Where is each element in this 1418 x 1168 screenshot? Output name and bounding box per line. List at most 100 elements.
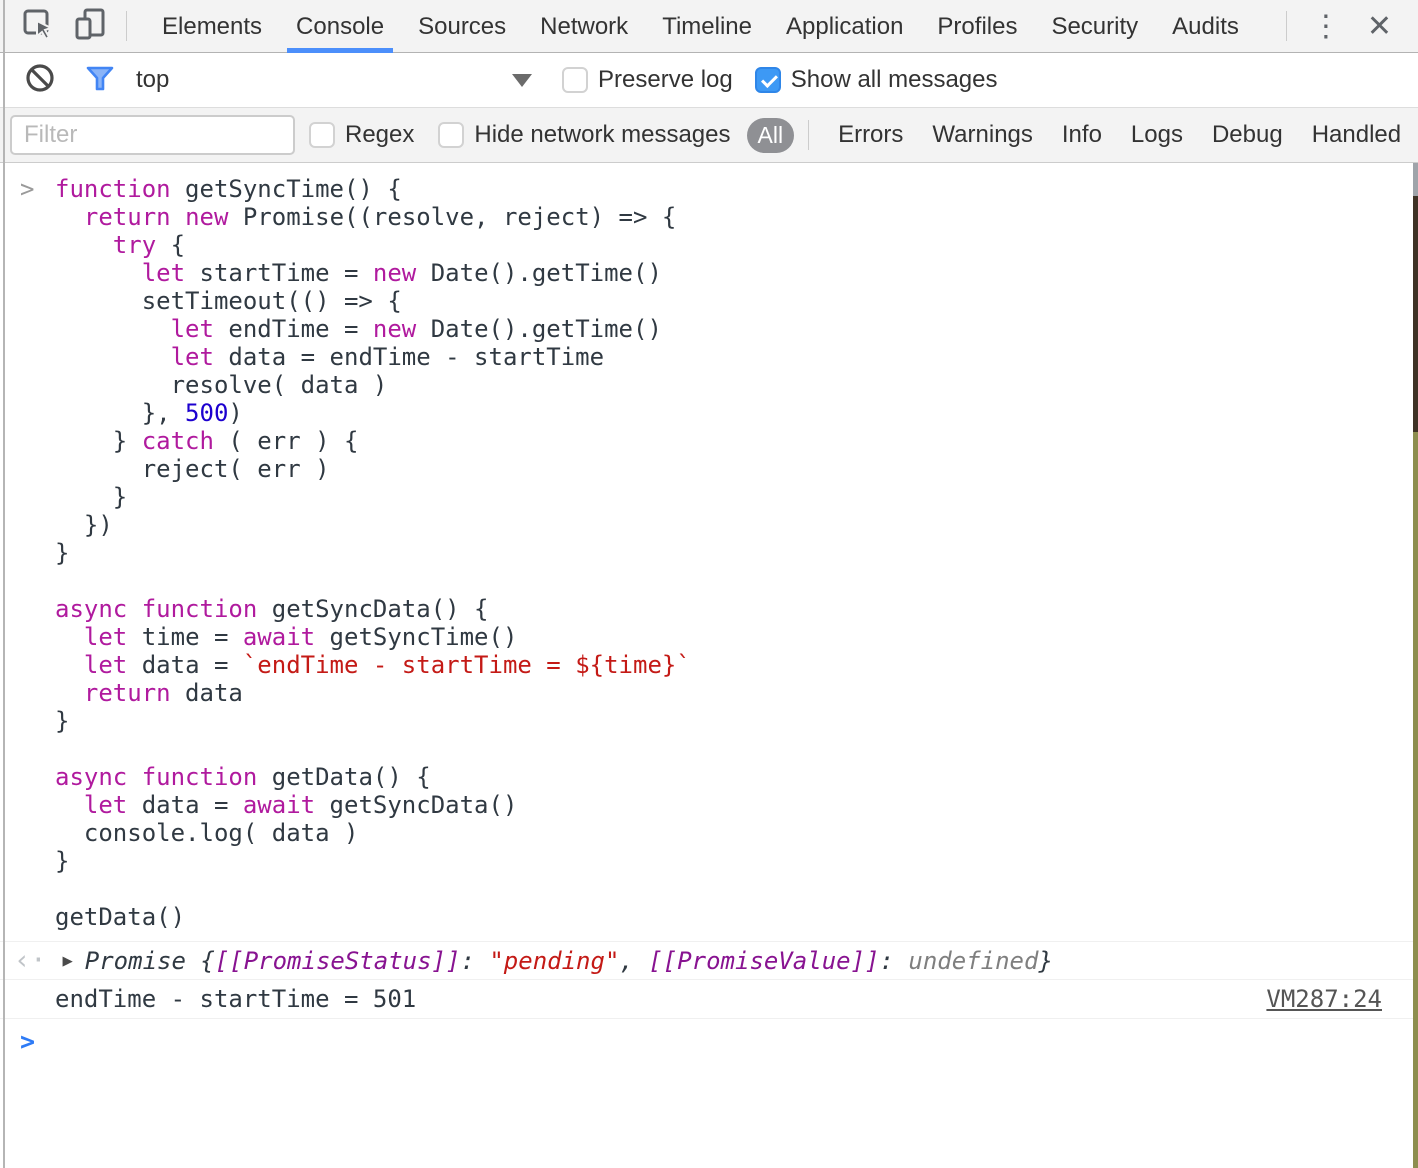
filter-level-handled[interactable]: Handled — [1312, 121, 1401, 149]
toggle-device-toolbar-button[interactable] — [72, 8, 108, 44]
code-token: [[PromiseStatus]] — [215, 947, 461, 975]
code-token: }, — [55, 399, 185, 427]
code-token: function — [55, 175, 171, 203]
preserve-log-label[interactable]: Preserve log — [598, 66, 733, 94]
block-icon — [24, 62, 56, 99]
expand-triangle-icon[interactable]: ▶ — [63, 951, 73, 971]
code-token: Date().getTime() — [416, 315, 662, 343]
hide-network-messages-checkbox[interactable] — [438, 122, 464, 148]
code-line: getData() — [55, 903, 1418, 931]
tab-timeline[interactable]: Timeline — [645, 0, 769, 53]
inspect-cursor-icon — [21, 7, 55, 46]
code-token: resolve( data ) — [55, 371, 387, 399]
code-line: let endTime = new Date().getTime() — [55, 315, 1418, 343]
code-token — [171, 203, 185, 231]
code-token: startTime = — [185, 259, 373, 287]
filter-level-debug[interactable]: Debug — [1212, 121, 1283, 149]
filter-divider — [808, 120, 809, 150]
tab-elements[interactable]: Elements — [145, 0, 279, 53]
console-prompt-row[interactable]: > — [0, 1019, 1418, 1056]
more-options-icon[interactable]: ⋮ — [1311, 9, 1341, 44]
clear-console-button[interactable] — [22, 62, 58, 98]
regex-checkbox[interactable] — [309, 122, 335, 148]
filter-input[interactable] — [10, 115, 295, 155]
code-token: let — [84, 791, 127, 819]
tab-profiles[interactable]: Profiles — [920, 0, 1034, 53]
filter-level-info[interactable]: Info — [1062, 121, 1102, 149]
code-token: async — [55, 763, 127, 791]
tab-console[interactable]: Console — [279, 0, 401, 53]
devtools-window: Elements Console Sources Network Timelin… — [0, 0, 1418, 1168]
code-line: async function getData() { — [55, 763, 1418, 791]
code-line: } — [55, 483, 1418, 511]
tab-security[interactable]: Security — [1034, 0, 1155, 53]
code-token — [55, 203, 84, 231]
code-token: ) — [228, 399, 242, 427]
code-token: data = — [127, 651, 243, 679]
show-all-messages-checkbox[interactable] — [755, 67, 781, 93]
regex-label[interactable]: Regex — [345, 121, 414, 149]
code-token: let — [84, 623, 127, 651]
code-token: catch — [142, 427, 214, 455]
filter-level-warnings[interactable]: Warnings — [932, 121, 1032, 149]
console-prompt-icon: > — [20, 1027, 35, 1056]
code-token: , — [619, 947, 648, 975]
console-result-row: ‹· ▶ Promise {[[PromiseStatus]]: "pendin… — [0, 941, 1418, 979]
preserve-log-checkbox[interactable] — [562, 67, 588, 93]
code-token: time = — [127, 623, 243, 651]
code-token: new — [373, 259, 416, 287]
devtools-tabbar: Elements Console Sources Network Timelin… — [0, 0, 1418, 53]
code-line: return data — [55, 679, 1418, 707]
tab-application[interactable]: Application — [769, 0, 920, 53]
code-line — [55, 875, 1418, 903]
filter-button[interactable] — [82, 62, 118, 98]
close-devtools-icon[interactable]: ✕ — [1367, 9, 1392, 44]
code-line: } — [55, 539, 1418, 567]
tab-network[interactable]: Network — [523, 0, 645, 53]
code-line: let data = endTime - startTime — [55, 343, 1418, 371]
code-token: let — [171, 315, 214, 343]
toolbar-divider — [1286, 11, 1287, 41]
code-token: getData() { — [257, 763, 430, 791]
code-token: "pending" — [489, 947, 619, 975]
execution-context-selector[interactable]: top — [136, 66, 532, 94]
code-line: console.log( data ) — [55, 819, 1418, 847]
inspect-element-button[interactable] — [20, 8, 56, 44]
code-token: let — [142, 259, 185, 287]
hide-network-messages-label[interactable]: Hide network messages — [474, 121, 730, 149]
filter-level-all-badge[interactable]: All — [747, 118, 795, 153]
code-token: ( err ) { — [214, 427, 359, 455]
filter-level-errors[interactable]: Errors — [838, 121, 903, 149]
tab-sources[interactable]: Sources — [401, 0, 523, 53]
code-token: function — [142, 595, 258, 623]
source-location-link[interactable]: VM287:24 — [1266, 985, 1382, 1013]
log-message-text: endTime - startTime = 501 — [55, 985, 416, 1013]
code-token: } — [55, 707, 69, 735]
console-log-row: endTime - startTime = 501 VM287:24 — [0, 979, 1418, 1019]
code-token — [55, 343, 171, 371]
code-line: let startTime = new Date().getTime() — [55, 259, 1418, 287]
code-token: Promise((resolve, reject) => { — [228, 203, 676, 231]
code-token — [55, 679, 84, 707]
code-token — [55, 651, 84, 679]
code-token: try — [113, 231, 156, 259]
code-line: let time = await getSyncTime() — [55, 623, 1418, 651]
show-all-messages-label[interactable]: Show all messages — [791, 66, 998, 94]
code-line: }) — [55, 511, 1418, 539]
tab-audits[interactable]: Audits — [1155, 0, 1256, 53]
code-line: async function getSyncData() { — [55, 595, 1418, 623]
code-line — [55, 567, 1418, 595]
code-token: getData() — [55, 903, 185, 931]
console-toolbar: top Preserve log Show all messages — [0, 53, 1418, 108]
console-code: function getSyncTime() { return new Prom… — [55, 175, 1418, 931]
code-token: reject( err ) — [55, 455, 330, 483]
filter-level-logs[interactable]: Logs — [1131, 121, 1183, 149]
code-token — [127, 595, 141, 623]
code-line: let data = `endTime - startTime = ${time… — [55, 651, 1418, 679]
code-token: endTime = — [214, 315, 373, 343]
console-output-area: > function getSyncTime() { return new Pr… — [0, 163, 1418, 1168]
code-token: Date().getTime() — [416, 259, 662, 287]
code-token: new — [373, 315, 416, 343]
page-edge-strip — [1413, 163, 1418, 196]
code-line: }, 500) — [55, 399, 1418, 427]
